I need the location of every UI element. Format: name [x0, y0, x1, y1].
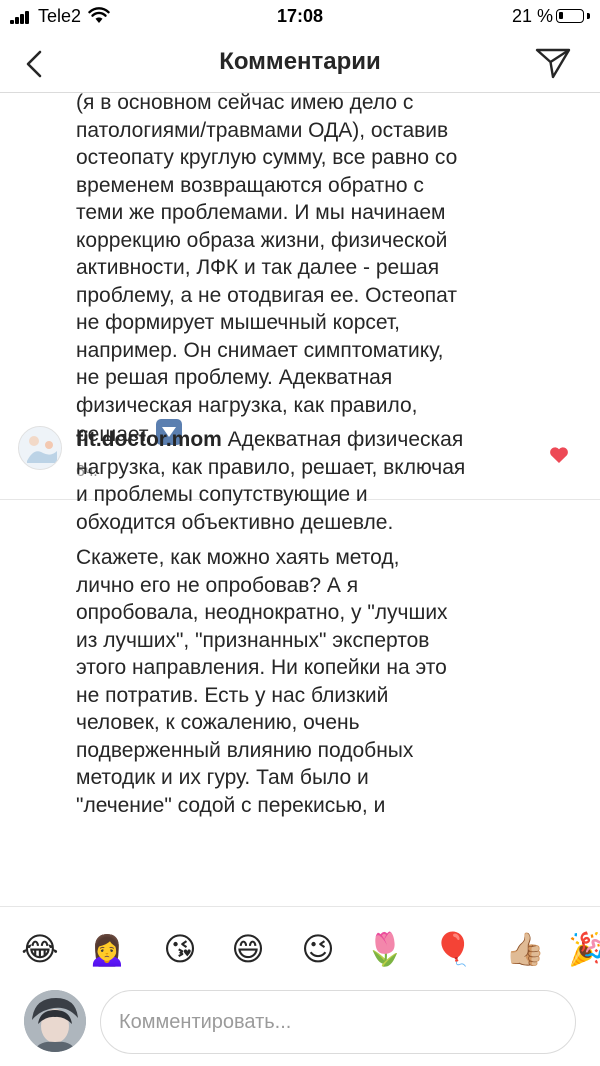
status-time: 17:08 [276, 6, 324, 26]
battery-nub [587, 13, 590, 19]
comment-item: fit.doctor.mom Адекватная физическая наг… [76, 426, 536, 819]
battery-percent: 21 % [512, 6, 554, 26]
comment-text-continued: Скажете, как можно хаять метод, лично ег… [76, 546, 448, 817]
status-bar: Tele2 17:08 21 % [0, 0, 600, 34]
page-title: Комментарии [219, 48, 381, 75]
battery-icon [556, 9, 584, 23]
comment-text: (я в основном сейчас имею дело с патолог… [76, 93, 576, 449]
avatar[interactable] [18, 426, 62, 470]
emoji-balloon-button[interactable]: 🎈 [433, 929, 473, 969]
battery-level [559, 12, 563, 19]
comment-body: (я в основном сейчас имею дело с патолог… [76, 93, 458, 446]
emoji-wink-button[interactable]: 😉 [298, 929, 338, 969]
share-button[interactable] [532, 42, 574, 84]
avatar-image [19, 427, 61, 469]
like-heart-icon[interactable] [549, 446, 569, 464]
avatar-image [24, 990, 86, 1052]
paper-plane-icon [535, 48, 571, 79]
emoji-party-popper-button[interactable]: 🎉 [568, 929, 600, 969]
comment-username[interactable]: fit.doctor.mom [76, 428, 222, 451]
comment-input-bar [0, 990, 600, 1066]
emoji-tears-of-joy-button[interactable]: 😂 [20, 929, 60, 969]
emoji-quick-bar: 😂 🙍‍♀️ 😘 😄 😉 🌷 🎈 👍🏼 🎉 [0, 906, 600, 991]
comment-input[interactable] [100, 990, 576, 1054]
header: Комментарии [0, 34, 600, 93]
comment-text: fit.doctor.mom Адекватная физическая наг… [76, 426, 536, 536]
comment-item: (я в основном сейчас имею дело с патолог… [76, 93, 576, 481]
emoji-kiss-button[interactable]: 😘 [160, 929, 200, 969]
emoji-tulip-button[interactable]: 🌷 [365, 929, 405, 969]
emoji-thumbs-up-button[interactable]: 👍🏼 [505, 929, 545, 969]
emoji-grin-button[interactable]: 😄 [228, 929, 268, 969]
avatar [24, 990, 86, 1052]
emoji-woman-pouting-button[interactable]: 🙍‍♀️ [87, 929, 127, 969]
